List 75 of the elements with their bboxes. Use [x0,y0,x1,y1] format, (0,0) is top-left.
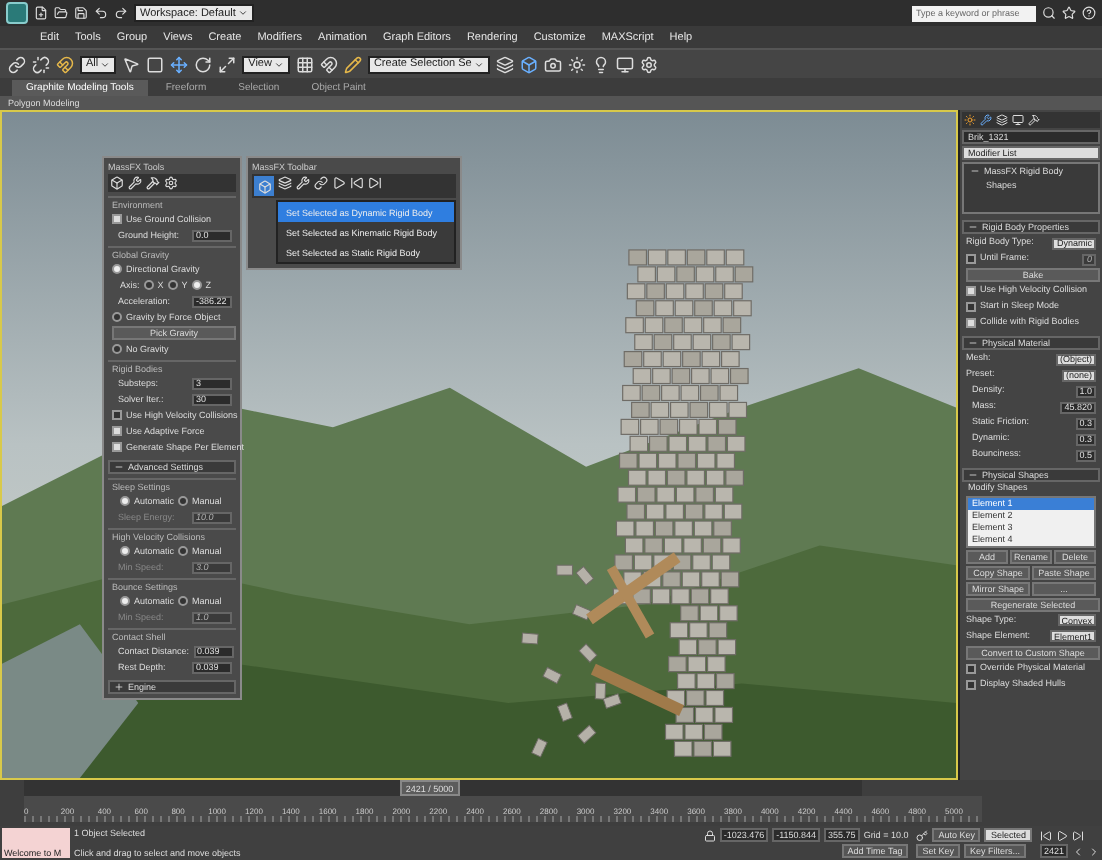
monitor-icon[interactable] [615,55,634,73]
hammer-icon[interactable] [146,176,160,190]
radio-button[interactable] [112,312,122,322]
monitor-icon[interactable] [1012,114,1024,126]
radio-button[interactable] [167,280,178,290]
radio-button[interactable] [178,496,189,506]
skip-back-icon[interactable] [1039,829,1052,841]
magnet-icon[interactable] [56,55,74,73]
key-icon[interactable] [916,829,929,841]
redo-icon[interactable] [114,6,128,20]
caret-icon [237,8,248,18]
box-icon[interactable] [519,55,538,73]
radio-button[interactable] [178,546,189,556]
settings-icon[interactable] [164,176,178,190]
checkbox[interactable] [966,318,976,328]
radio-button[interactable] [112,264,122,274]
checkbox[interactable] [966,302,976,312]
grid-icon[interactable] [295,55,314,73]
undo-icon[interactable] [94,6,108,20]
plus-icon [114,682,124,692]
minus-icon [114,462,124,472]
radio-button[interactable] [120,596,130,606]
wrench-icon[interactable] [980,114,992,126]
move-icon[interactable] [170,55,189,73]
checkbox[interactable] [112,426,122,436]
new-file-icon[interactable] [34,6,48,20]
app-logo-icon[interactable] [6,2,28,24]
unlink-icon[interactable] [32,55,50,73]
star-icon[interactable] [1062,6,1076,20]
chevron-right-icon[interactable] [1088,845,1100,857]
minus-icon [968,338,978,348]
radio-button[interactable] [191,280,202,290]
checkbox[interactable] [966,286,976,296]
wrench-icon[interactable] [128,176,142,190]
pointer-icon[interactable] [122,55,141,73]
play-icon[interactable] [1055,829,1068,841]
checkbox[interactable] [966,663,976,674]
radio-button[interactable] [120,496,130,506]
layers-icon[interactable] [996,114,1008,126]
radio-button[interactable] [120,546,130,556]
help-icon[interactable] [1082,6,1096,20]
caret-icon [273,59,284,69]
link-icon[interactable] [8,55,26,73]
minus-icon [968,470,978,480]
chevron-left-icon[interactable] [1072,845,1084,857]
radio-button[interactable] [178,596,189,606]
caret-icon [473,59,484,69]
hammer-icon[interactable] [1028,114,1040,126]
lock-icon[interactable] [703,829,716,841]
layers-icon[interactable] [495,55,514,73]
folder-icon[interactable] [54,6,68,20]
square-icon[interactable] [146,55,165,73]
pencil-icon[interactable] [343,55,362,73]
search-icon[interactable] [1042,6,1056,20]
link-icon[interactable] [314,176,328,196]
settings-icon[interactable] [639,55,658,73]
sun-icon[interactable] [567,55,586,73]
checkbox[interactable] [112,442,122,452]
scale-icon[interactable] [218,55,237,73]
minus-icon [968,222,978,232]
sun-icon[interactable] [964,114,976,126]
magnet-icon[interactable] [319,55,338,73]
checkbox[interactable] [112,214,122,224]
checkbox[interactable] [966,254,976,264]
camera-icon[interactable] [543,55,562,73]
lightbulb-icon[interactable] [591,55,610,73]
save-icon[interactable] [74,6,88,20]
box-icon[interactable] [110,176,124,190]
caret-icon [100,59,111,69]
checkbox[interactable] [966,679,976,690]
radio-button[interactable] [112,344,122,354]
rotate-icon[interactable] [194,55,213,73]
skip-forward-icon[interactable] [1071,829,1084,841]
checkbox[interactable] [112,410,122,420]
radio-button[interactable] [143,280,154,290]
